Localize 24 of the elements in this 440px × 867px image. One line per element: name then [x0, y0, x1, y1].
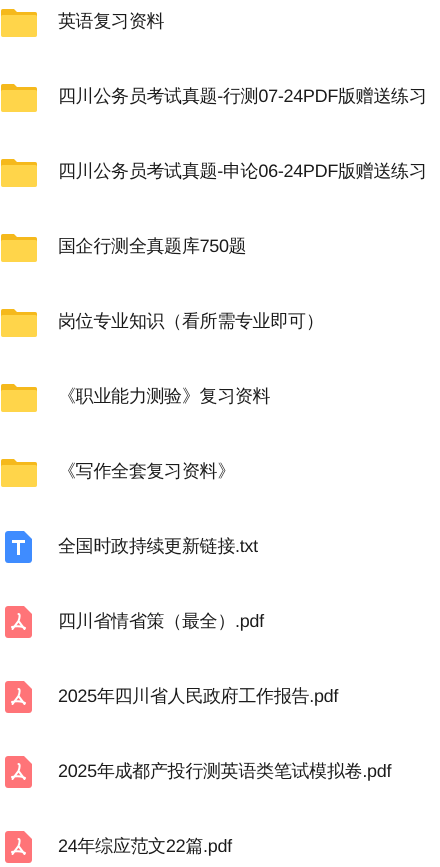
pdf-file-icon [5, 756, 32, 788]
file-name[interactable]: 四川公务员考试真题-行测07-24PDF版赠送练习 [58, 83, 427, 110]
file-name[interactable]: 国企行测全真题库750题 [58, 233, 246, 260]
file-name[interactable]: 《职业能力测验》复习资料 [58, 383, 270, 410]
file-name[interactable]: 全国时政持续更新链接.txt [58, 533, 258, 560]
folder-icon [1, 232, 37, 262]
folder-icon [1, 156, 37, 186]
folder-icon [1, 82, 37, 112]
folder-icon [1, 306, 37, 336]
text-file-icon [5, 530, 32, 562]
file-name[interactable]: 24年综应范文22篇.pdf [58, 833, 232, 860]
file-name[interactable]: 2025年四川省人民政府工作报告.pdf [58, 683, 338, 710]
file-name[interactable]: 英语复习资料 [58, 8, 164, 35]
file-name[interactable]: 《写作全套复习资料》 [58, 458, 236, 485]
file-name[interactable]: 四川省情省策（最全）.pdf [58, 608, 264, 635]
file-name[interactable]: 2025年成都产投行测英语类笔试模拟卷.pdf [58, 758, 392, 785]
folder-icon [1, 382, 37, 412]
pdf-file-icon [5, 830, 32, 862]
pdf-file-icon [5, 606, 32, 638]
folder-icon [1, 6, 37, 36]
file-name[interactable]: 四川公务员考试真题-申论06-24PDF版赠送练习 [58, 158, 427, 185]
file-name[interactable]: 岗位专业知识（看所需专业即可） [58, 308, 324, 335]
folder-icon [1, 456, 37, 486]
pdf-file-icon [5, 680, 32, 712]
